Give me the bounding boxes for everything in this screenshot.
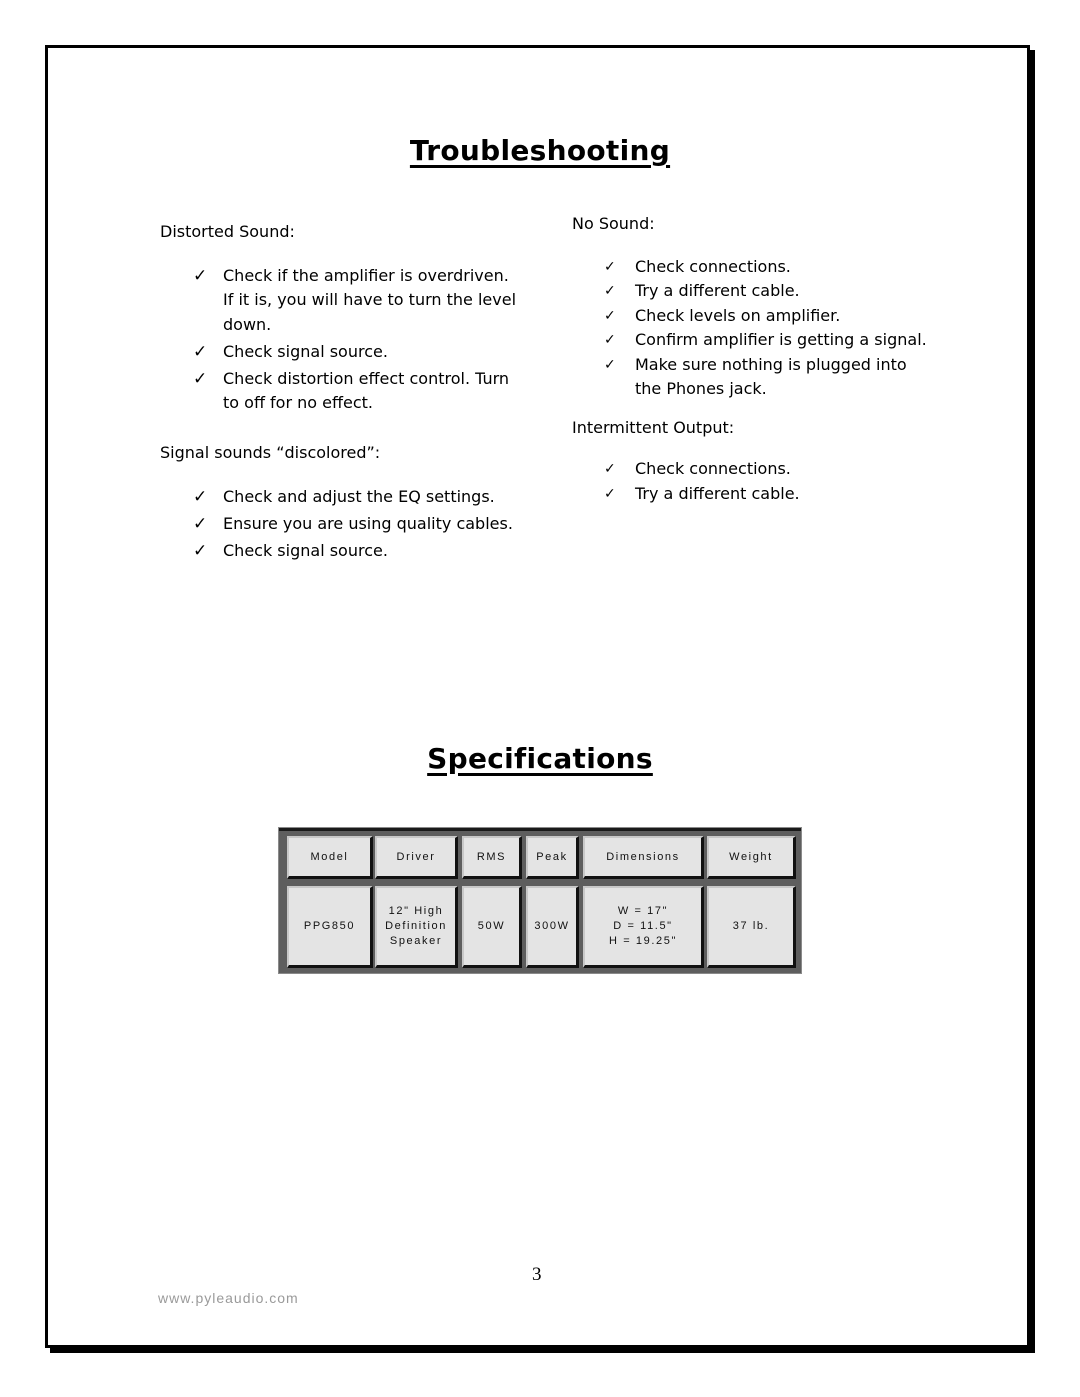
specifications-table: Model Driver RMS Peak Dimensions Weight … xyxy=(279,828,801,973)
list-item: ✓ Check if the amplifier is overdriven. I… xyxy=(193,265,517,334)
table-cell-peak: 300W xyxy=(526,886,579,968)
check-icon: ✓ xyxy=(604,258,616,275)
list-item: ✓ Check signal source. xyxy=(160,539,520,564)
troubleshooting-title: Troubleshooting xyxy=(409,134,671,167)
list-item: ✓ Make sure nothing is plugged into the P… xyxy=(604,354,907,399)
no-sound-list: ✓ Check connections. ✓ Try a different cab… xyxy=(572,255,932,402)
specifications-title: Specifications xyxy=(427,742,653,775)
check-icon: ✓ xyxy=(193,487,208,507)
list-item: ✓ Ensure you are using quality cables. xyxy=(160,512,520,537)
check-icon: ✓ xyxy=(193,265,208,286)
troubleshooting-right-column: No Sound: ✓ Check connections. ✓ Try a dif… xyxy=(572,212,932,506)
list-item: ✓ Check levels on amplifier. xyxy=(572,304,932,329)
list-item: ✓ Check distortion effect control. Turn t… xyxy=(193,368,510,413)
section-heading-no-sound: No Sound: xyxy=(572,214,655,233)
table-cell-dimensions: W = 17" D = 11.5" H = 19.25" xyxy=(583,886,704,968)
check-icon: ✓ xyxy=(193,541,208,561)
list-item: ✓ Confirm amplifier is getting a signal. xyxy=(572,328,932,353)
troubleshooting-left-column: Distorted Sound: ✓ Check if the amplifier… xyxy=(160,220,520,566)
table-cell-driver: 12" High Definition Speaker xyxy=(375,886,458,968)
footer-url: www.pyleaudio.com xyxy=(158,1290,299,1306)
check-icon: ✓ xyxy=(604,283,616,299)
page-number: 3 xyxy=(532,1264,542,1285)
section-heading-intermittent-output: Intermittent Output: xyxy=(572,417,735,437)
section-heading-distorted-sound: Distorted Sound: xyxy=(160,222,295,241)
list-item: ✓ Check signal source. xyxy=(160,340,520,365)
check-icon: ✓ xyxy=(604,356,616,373)
table-header-weight: Weight xyxy=(707,836,796,879)
table-header-peak: Peak xyxy=(526,836,579,879)
intermittent-output-list: ✓ Check connections. ✓ Try a different cab… xyxy=(572,457,932,506)
check-icon: ✓ xyxy=(193,514,208,534)
signal-discolored-list: ✓ Check and adjust the EQ settings. ✓ Ensu… xyxy=(160,485,520,564)
table-cell-rms: 50W xyxy=(462,886,522,968)
table-cell-weight: 37 lb. xyxy=(707,886,796,968)
check-icon: ✓ xyxy=(604,307,616,324)
table-header-driver: Driver xyxy=(375,836,458,879)
check-icon: ✓ xyxy=(604,485,616,502)
check-icon: ✓ xyxy=(193,368,208,389)
check-icon: ✓ xyxy=(604,332,616,348)
list-item: ✓ Try a different cable. xyxy=(572,482,932,507)
list-item: ✓ Try a different cable. xyxy=(572,279,932,304)
check-icon: ✓ xyxy=(193,341,208,362)
distorted-sound-list: ✓ Check if the amplifier is overdriven. I… xyxy=(160,264,520,416)
section-heading-signal-discolored: Signal sounds “discolored”: xyxy=(160,442,381,462)
table-header-model: Model xyxy=(287,836,373,879)
list-item: ✓ Check and adjust the EQ settings. xyxy=(160,485,520,510)
table-header-dimensions: Dimensions xyxy=(583,836,704,879)
table-cell-model: PPG850 xyxy=(287,886,373,968)
list-item: ✓ Check connections. xyxy=(572,457,932,482)
list-item: ✓ Check connections. xyxy=(572,255,932,280)
check-icon: ✓ xyxy=(604,461,616,477)
table-header-rms: RMS xyxy=(462,836,522,879)
